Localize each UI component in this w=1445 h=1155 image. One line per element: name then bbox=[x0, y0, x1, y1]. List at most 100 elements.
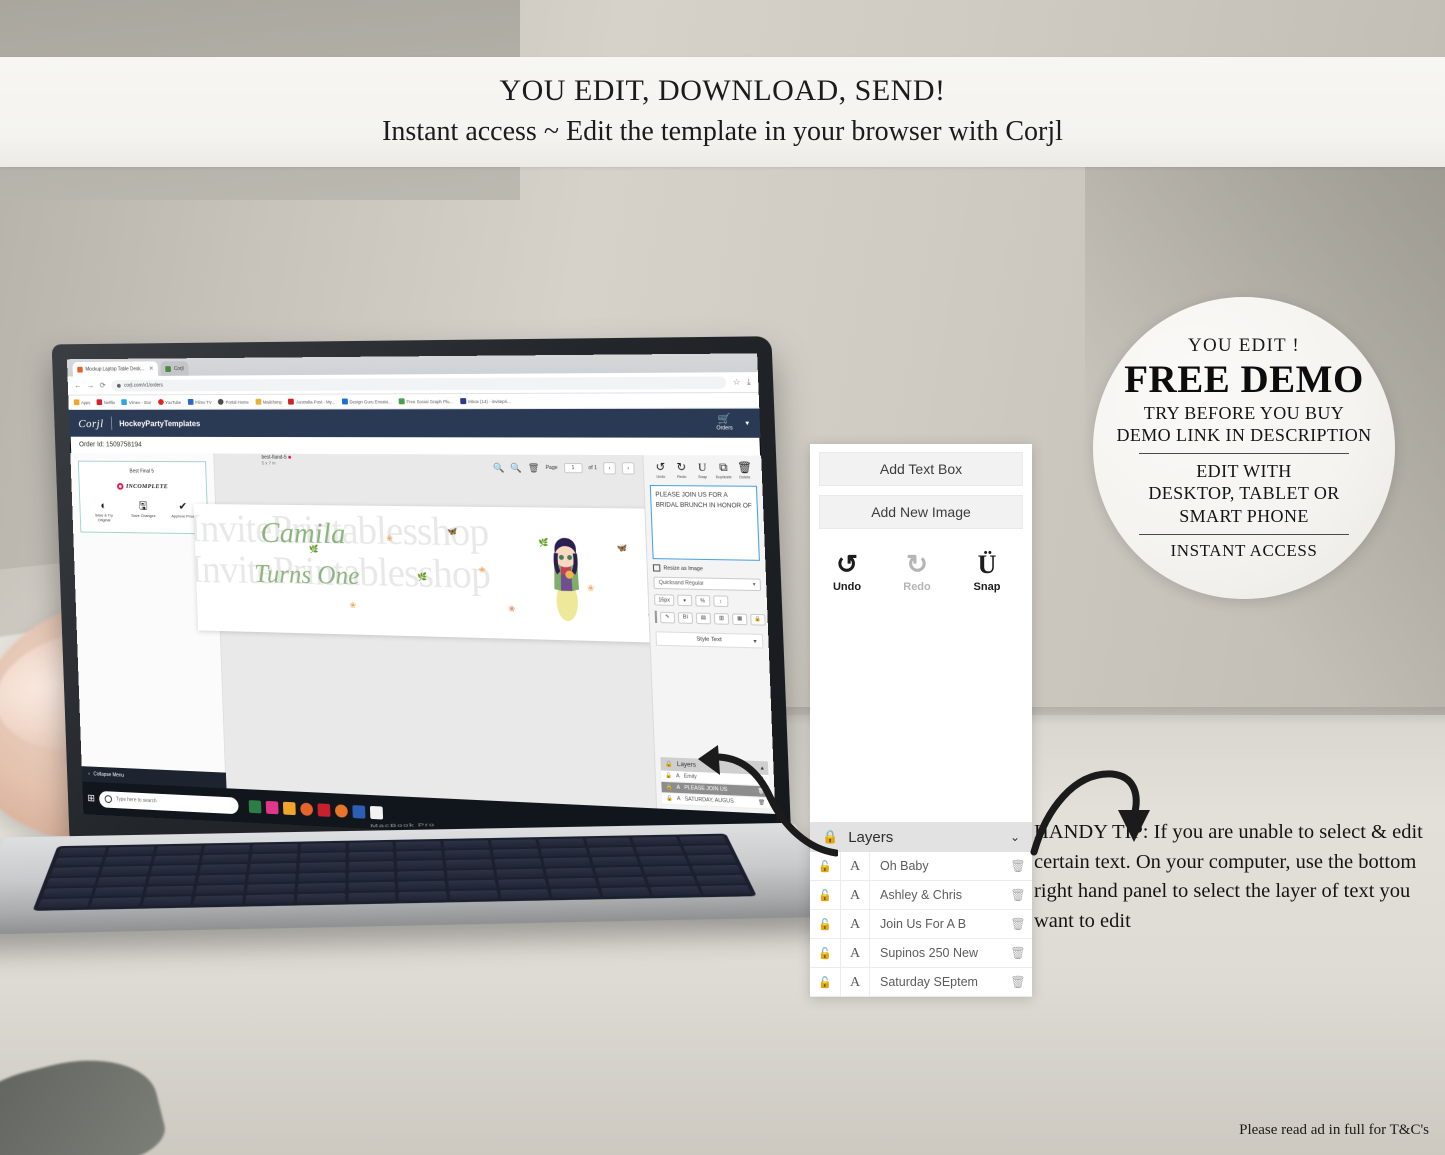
bookmark-item[interactable]: YouTube bbox=[157, 399, 182, 405]
redo-button[interactable]: ↻ Redo bbox=[897, 552, 937, 594]
lock-ratio-icon[interactable]: 🔒 bbox=[750, 613, 766, 626]
text-percent-icon[interactable]: % bbox=[694, 594, 711, 607]
add-text-box-button[interactable]: Add Text Box bbox=[819, 452, 1023, 486]
align-right-icon[interactable]: ▦ bbox=[731, 612, 748, 625]
character-illustration[interactable] bbox=[548, 522, 585, 625]
design-name-text[interactable]: Camila bbox=[260, 516, 346, 550]
address-bar[interactable]: corjl.com/v1/orders bbox=[111, 375, 727, 392]
bookmark-item[interactable]: Australia Post - My... bbox=[288, 398, 335, 405]
delete-layer-icon[interactable]: 🗑 bbox=[1004, 859, 1032, 874]
delete-layer-icon[interactable]: 🗑 bbox=[1004, 975, 1032, 990]
layer-row[interactable]: 🔓 A Saturday SEptem 🗑 bbox=[810, 967, 1032, 997]
text-layer-icon: A bbox=[675, 773, 680, 780]
taskbar-app-icon[interactable] bbox=[300, 802, 314, 816]
taskbar-app-icon[interactable] bbox=[283, 801, 297, 815]
lock-icon[interactable]: 🔓 bbox=[665, 773, 672, 779]
undo-button[interactable]: ↺ Undo bbox=[650, 461, 671, 479]
taskbar-app-icon[interactable] bbox=[335, 803, 349, 818]
bookmark-item[interactable]: Mailchimp bbox=[255, 398, 282, 405]
page-number-input[interactable]: 1 bbox=[563, 462, 583, 474]
download-icon[interactable]: ⤓ bbox=[747, 377, 751, 387]
unlock-icon[interactable]: 🔓 bbox=[810, 976, 840, 989]
resize-as-image-checkbox[interactable]: Resize as Image bbox=[652, 564, 761, 573]
taskbar-app-icon[interactable] bbox=[266, 800, 279, 814]
windows-start-icon[interactable]: ⊞ bbox=[87, 793, 95, 804]
delete-layer-icon[interactable]: 🗑 bbox=[1004, 946, 1032, 961]
delete-button[interactable]: 🗑 Delete bbox=[734, 462, 756, 480]
unlock-icon[interactable]: 🔓 bbox=[810, 889, 840, 902]
taskbar-app-icon[interactable] bbox=[248, 799, 262, 813]
browser-tab[interactable]: Corjl bbox=[160, 361, 189, 376]
snap-button[interactable]: Ü Snap bbox=[967, 552, 1007, 594]
chevron-down-icon[interactable]: ▾ bbox=[745, 419, 749, 427]
next-page-button[interactable]: › bbox=[621, 462, 635, 475]
tool-label: Snap bbox=[698, 474, 708, 480]
browser-tab[interactable]: Mockup Laptop Table Desk... ✕ bbox=[72, 361, 159, 377]
layers-title: Layers bbox=[848, 828, 894, 846]
taskbar-app-icon[interactable] bbox=[352, 804, 366, 819]
lock-icon[interactable]: 🔓 bbox=[666, 784, 673, 790]
font-family-select[interactable]: Quicksand Regular ▾ bbox=[653, 576, 762, 592]
corjl-logo[interactable]: Corjl bbox=[78, 416, 104, 430]
bookmark-item[interactable]: Netflix bbox=[96, 399, 116, 406]
zoom-out-icon[interactable]: 🔍 bbox=[510, 462, 522, 473]
free-demo-badge: YOU EDIT ! FREE DEMO TRY BEFORE YOU BUY … bbox=[1093, 297, 1395, 599]
line-height-icon[interactable]: ↕ bbox=[713, 595, 729, 608]
layer-row[interactable]: 🔓 A Join Us For A B 🗑 bbox=[810, 909, 1032, 939]
orders-button[interactable]: 🛒 Orders bbox=[716, 414, 733, 432]
bookmark-item[interactable]: Portal Home bbox=[218, 398, 249, 405]
redo-button[interactable]: ↻ Redo bbox=[671, 461, 693, 479]
layer-row[interactable]: 🔓 A Oh Baby 🗑 bbox=[810, 851, 1032, 881]
undo-button[interactable]: ↺ Undo bbox=[827, 552, 867, 594]
text-color-swatch[interactable] bbox=[654, 610, 658, 624]
snap-label: Snap bbox=[973, 581, 1001, 593]
unsaved-dot-icon bbox=[287, 455, 291, 459]
taskbar-app-icon[interactable] bbox=[317, 802, 331, 817]
windows-search-box[interactable]: Type here to search bbox=[99, 790, 240, 814]
align-left-icon[interactable]: ▤ bbox=[695, 612, 712, 624]
layers-header[interactable]: 🔒 Layers ⌄ bbox=[810, 822, 1032, 852]
bold-italic-icon[interactable]: BI bbox=[677, 611, 694, 624]
design-artboard[interactable]: InvitePrintablesshop InvitePrintablessho… bbox=[193, 503, 658, 643]
unlock-icon[interactable]: 🔓 bbox=[810, 947, 840, 960]
bookmark-item[interactable]: Vimeo - Stor bbox=[121, 399, 151, 406]
delete-layer-icon[interactable]: 🗑 bbox=[1004, 917, 1032, 932]
lock-icon[interactable]: 🔓 bbox=[666, 795, 673, 801]
badge-edit-line-2: DESKTOP, TABLET OR bbox=[1148, 483, 1340, 504]
forward-icon[interactable]: → bbox=[87, 381, 95, 390]
chevron-down-icon[interactable]: ⌄ bbox=[1010, 830, 1020, 844]
bookmark-label: Mailchimp bbox=[262, 399, 282, 405]
chevron-down-icon[interactable]: ▾ bbox=[676, 594, 693, 607]
bookmark-item[interactable]: Filmo TV bbox=[187, 399, 212, 405]
zoom-in-icon[interactable]: 🔍 bbox=[493, 462, 505, 473]
bookmark-item[interactable]: Free Social Graph Plu... bbox=[398, 398, 453, 405]
eyedropper-icon[interactable]: ✎ bbox=[659, 611, 676, 623]
bookmark-item[interactable]: Inbox (14) - invitepri... bbox=[459, 398, 511, 405]
layer-row[interactable]: 🔓 A Ashley & Chris 🗑 bbox=[810, 880, 1032, 910]
taskbar-app-icon[interactable] bbox=[370, 805, 384, 820]
snap-button[interactable]: U Snap bbox=[692, 462, 714, 480]
text-layer-icon: A bbox=[676, 795, 681, 803]
text-content-textarea[interactable]: PLEASE JOIN US FOR A BRIDAL BRUNCH IN HO… bbox=[649, 484, 760, 561]
duplicate-button[interactable]: ⧉ Duplicate bbox=[713, 462, 735, 480]
align-center-icon[interactable]: ▥ bbox=[713, 612, 730, 625]
style-text-accordion[interactable]: Style Text ▾ bbox=[655, 631, 764, 649]
trash-icon[interactable]: 🗑 bbox=[528, 462, 540, 473]
revert-original-button[interactable]: ◐ Save & Try Original bbox=[89, 500, 119, 523]
layer-row[interactable]: 🔓 A Supinos 250 New 🗑 bbox=[810, 938, 1032, 968]
add-new-image-button[interactable]: Add New Image bbox=[819, 495, 1023, 529]
unlock-icon[interactable]: 🔓 bbox=[810, 918, 840, 931]
back-icon[interactable]: ← bbox=[74, 381, 82, 390]
bookmark-star-icon[interactable]: ☆ bbox=[733, 377, 741, 386]
close-icon[interactable]: ✕ bbox=[149, 365, 154, 372]
prev-page-button[interactable]: ‹ bbox=[603, 462, 616, 475]
design-subtitle-text[interactable]: Turns One bbox=[254, 559, 360, 590]
font-size-input[interactable]: 16px bbox=[654, 594, 675, 606]
bookmark-item[interactable]: Design Guru Envato... bbox=[341, 398, 392, 405]
order-thumbnail-card[interactable]: Best Final 5 INCOMPLETE ◐ Save & Try Ori… bbox=[77, 460, 209, 534]
bookmark-item[interactable]: Apps bbox=[73, 399, 91, 406]
unlock-icon[interactable]: 🔓 bbox=[810, 860, 840, 873]
reload-icon[interactable]: ⟳ bbox=[100, 381, 106, 390]
save-changes-button[interactable]: 🖫 Save Changes bbox=[128, 500, 158, 523]
delete-layer-icon[interactable]: 🗑 bbox=[1004, 888, 1032, 903]
